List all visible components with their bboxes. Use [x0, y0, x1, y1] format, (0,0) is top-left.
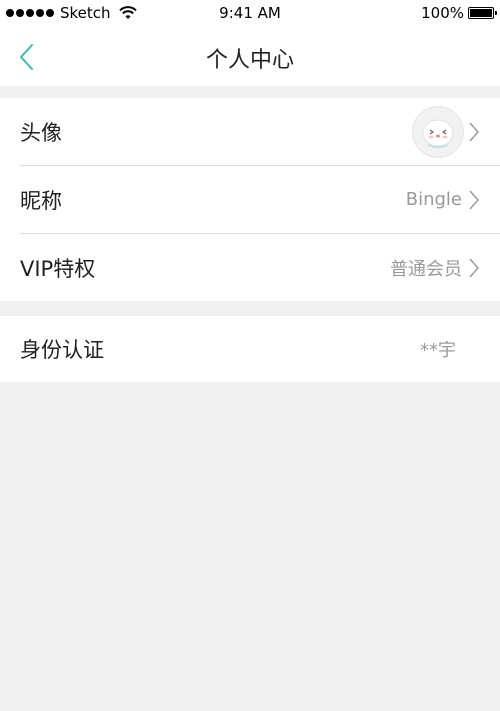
nav-bar: 个人中心: [0, 26, 500, 86]
nickname-row-right: Bingle: [406, 189, 480, 211]
chevron-right-icon: [469, 190, 480, 209]
identity-row-right: **宇: [420, 336, 462, 362]
battery-icon: [468, 7, 497, 19]
avatar-row[interactable]: 头像: [0, 98, 500, 165]
chevron-right-icon: [469, 258, 480, 277]
chevron-right-icon: [469, 122, 480, 141]
status-bar: Sketch 9:41 AM 100%: [0, 0, 500, 26]
identity-label: 身份认证: [20, 338, 104, 362]
vip-row[interactable]: VIP特权 普通会员: [20, 233, 500, 301]
identity-value: **宇: [420, 340, 456, 361]
status-right: 100%: [421, 4, 497, 22]
profile-section: 头像 昵称 Bingle VIP特权 普通会员: [0, 98, 500, 301]
avatar-row-right: [412, 105, 480, 158]
identity-row[interactable]: 身份认证 **宇: [0, 316, 500, 382]
avatar-label: 头像: [20, 120, 62, 145]
page-title: 个人中心: [205, 48, 294, 73]
avatar-cartoon-icon: [422, 119, 454, 148]
nickname-row[interactable]: 昵称 Bingle: [20, 165, 500, 233]
nickname-value: Bingle: [405, 189, 462, 210]
vip-row-right: 普通会员: [390, 255, 480, 281]
vip-label: VIP特权: [20, 256, 96, 281]
battery-percentage: 100%: [421, 4, 464, 22]
avatar-image: [412, 105, 464, 158]
vip-value: 普通会员: [390, 258, 462, 280]
nickname-label: 昵称: [20, 188, 62, 213]
identity-section: 身份认证 **宇: [0, 316, 500, 382]
